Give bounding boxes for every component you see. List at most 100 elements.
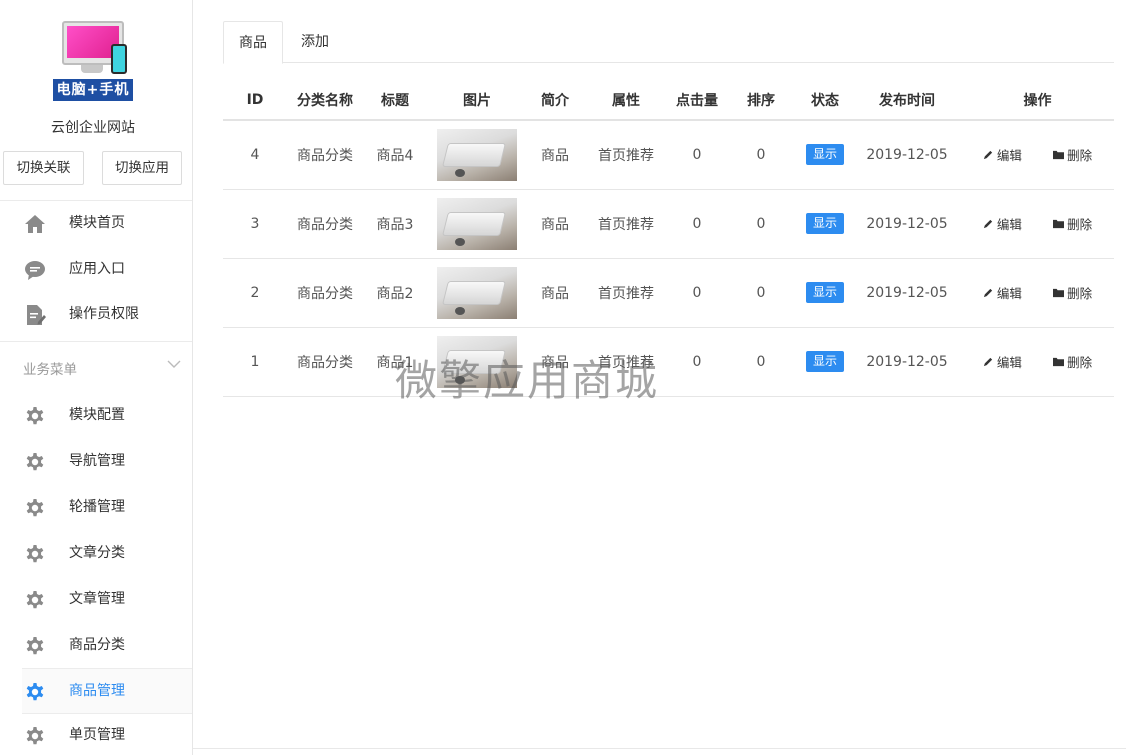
- cell-attr: 首页推荐: [583, 189, 669, 259]
- sidebar-item-carousel[interactable]: 轮播管理: [0, 487, 192, 527]
- delete-button[interactable]: 删除: [1053, 145, 1092, 164]
- product-thumbnail: [437, 335, 517, 388]
- sidebar-item-operator-permissions[interactable]: 操作员权限: [0, 294, 192, 334]
- status-badge[interactable]: 显示: [805, 351, 844, 372]
- edit-label: 编辑: [996, 217, 1022, 232]
- cell-category: 商品分类: [287, 120, 363, 190]
- table-row: 4 商品分类 商品4 商品 首页推荐 0 0 显示 2019-12-05 编辑 …: [223, 120, 1114, 190]
- col-status: 状态: [797, 81, 853, 121]
- cell-image: [427, 120, 527, 190]
- edit-label: 编辑: [996, 148, 1022, 164]
- folder-icon: [1053, 151, 1065, 160]
- home-icon: [25, 215, 45, 233]
- sidebar-item-product-management[interactable]: 商品管理: [22, 668, 192, 714]
- delete-label: 删除: [1067, 286, 1093, 301]
- status-badge[interactable]: 显示: [805, 213, 844, 234]
- cell-image: [427, 327, 527, 397]
- pencil-icon: [983, 357, 993, 367]
- cell-status: 显示: [797, 120, 853, 190]
- cell-category: 商品分类: [287, 258, 363, 328]
- delete-label: 删除: [1067, 355, 1093, 370]
- cell-id: 3: [223, 189, 287, 259]
- sidebar-item-product-category[interactable]: 商品分类: [0, 625, 192, 665]
- gear-icon: [26, 453, 44, 471]
- tab-add[interactable]: 添加: [299, 21, 331, 63]
- sidebar-item-label: 模块首页: [69, 215, 125, 231]
- cell-clicks: 0: [669, 189, 725, 259]
- document-edit-icon: [27, 305, 46, 325]
- product-thumbnail: [437, 266, 517, 319]
- col-attr: 属性: [583, 81, 669, 121]
- delete-label: 删除: [1067, 148, 1093, 164]
- cell-attr: 首页推荐: [583, 258, 669, 328]
- sidebar-item-app-entry[interactable]: 应用入口: [0, 249, 192, 289]
- col-sort: 排序: [725, 81, 797, 121]
- switch-association-button[interactable]: 切换关联: [3, 151, 84, 185]
- cell-image: [427, 189, 527, 259]
- col-clicks: 点击量: [669, 81, 725, 121]
- product-table: ID 分类名称 标题 图片 简介 属性 点击量 排序 状态 发布时间 操作 4 …: [223, 81, 1114, 397]
- chevron-down-icon[interactable]: [166, 356, 182, 372]
- cell-status: 显示: [797, 189, 853, 259]
- gear-icon: [26, 545, 44, 563]
- edit-button[interactable]: 编辑: [983, 145, 1022, 164]
- sidebar-item-label: 商品管理: [69, 683, 125, 699]
- col-image: 图片: [427, 81, 527, 121]
- cell-sort: 0: [725, 120, 797, 190]
- cell-id: 2: [223, 258, 287, 328]
- col-intro: 简介: [527, 81, 583, 121]
- cell-title: 商品2: [363, 258, 427, 328]
- cell-attr: 首页推荐: [583, 327, 669, 397]
- gear-icon: [26, 683, 44, 701]
- cell-title: 商品4: [363, 120, 427, 190]
- cell-clicks: 0: [669, 258, 725, 328]
- table-row: 1 商品分类 商品1 商品 首页推荐 0 0 显示 2019-12-05 编辑 …: [223, 327, 1114, 397]
- divider: [0, 200, 192, 201]
- edit-button[interactable]: 编辑: [983, 283, 1022, 302]
- sidebar-item-navigation[interactable]: 导航管理: [0, 441, 192, 481]
- sidebar-item-module-home[interactable]: 模块首页: [0, 203, 192, 243]
- chat-icon: [25, 261, 45, 280]
- col-title: 标题: [363, 81, 427, 121]
- site-logo: 电脑+手机: [53, 18, 133, 102]
- col-date: 发布时间: [853, 81, 961, 121]
- divider: [0, 341, 192, 342]
- sidebar-item-article-management[interactable]: 文章管理: [0, 579, 192, 619]
- cell-sort: 0: [725, 258, 797, 328]
- edit-button[interactable]: 编辑: [983, 352, 1022, 371]
- edit-label: 编辑: [996, 286, 1022, 301]
- delete-button[interactable]: 删除: [1053, 352, 1092, 371]
- cell-intro: 商品: [527, 327, 583, 397]
- cell-id: 1: [223, 327, 287, 397]
- cell-intro: 商品: [527, 189, 583, 259]
- table-header-row: ID 分类名称 标题 图片 简介 属性 点击量 排序 状态 发布时间 操作: [223, 81, 1114, 121]
- edit-button[interactable]: 编辑: [983, 214, 1022, 233]
- cell-actions: 编辑 删除: [961, 327, 1114, 397]
- cell-date: 2019-12-05: [853, 120, 961, 190]
- sidebar-item-article-category[interactable]: 文章分类: [0, 533, 192, 573]
- status-badge[interactable]: 显示: [805, 144, 844, 166]
- cell-category: 商品分类: [287, 189, 363, 259]
- gear-icon: [26, 591, 44, 609]
- tab-products[interactable]: 商品: [223, 21, 283, 64]
- sidebar-item-page-management[interactable]: 单页管理: [0, 715, 192, 755]
- gear-icon: [26, 727, 44, 745]
- sidebar-item-label: 单页管理: [69, 727, 125, 743]
- folder-icon: [1053, 219, 1065, 229]
- switch-application-button[interactable]: 切换应用: [102, 151, 182, 185]
- cell-intro: 商品: [527, 258, 583, 328]
- gear-icon: [26, 407, 44, 425]
- product-thumbnail: [437, 197, 517, 250]
- sidebar-item-label: 商品分类: [69, 637, 125, 653]
- sidebar-item-module-config[interactable]: 模块配置: [0, 395, 192, 435]
- delete-button[interactable]: 删除: [1053, 214, 1092, 233]
- sidebar-item-label: 模块配置: [69, 407, 125, 423]
- col-id: ID: [223, 81, 287, 121]
- cell-sort: 0: [725, 327, 797, 397]
- sidebar-item-label: 导航管理: [69, 453, 125, 469]
- delete-button[interactable]: 删除: [1053, 283, 1092, 302]
- status-badge[interactable]: 显示: [805, 282, 844, 303]
- phone-icon: [111, 44, 127, 74]
- pencil-icon: [983, 219, 993, 229]
- divider: [193, 748, 1126, 749]
